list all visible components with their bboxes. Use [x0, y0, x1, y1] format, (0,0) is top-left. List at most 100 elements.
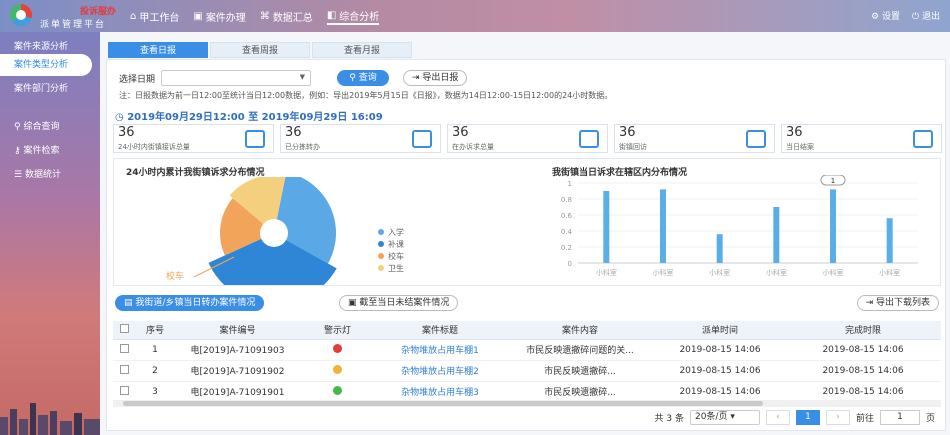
- sidebar-item-stats[interactable]: ☰ 数据统计: [0, 164, 100, 186]
- stat-card: 36 已分拣转办: [280, 124, 441, 153]
- y-tick-label: 0.4: [561, 228, 573, 236]
- logout-label: 退出: [921, 12, 940, 22]
- cell-code: 电[2019]A-71091901: [175, 381, 300, 403]
- logo-name: 派单管理平台: [40, 20, 107, 30]
- tab-daily[interactable]: 查看日报: [108, 42, 208, 58]
- chevron-right-icon: ›: [836, 412, 840, 422]
- cell-title-link[interactable]: 杂物堆放占用车棚3: [375, 381, 505, 403]
- goto-page-input[interactable]: 1: [879, 410, 920, 425]
- nav-analysis[interactable]: ◧ 综合分析: [326, 8, 380, 25]
- tab-transfer-label: 我街道/乡镇当日转办案件情况: [135, 298, 256, 308]
- cell-no: 3: [135, 381, 175, 403]
- bar: [660, 189, 666, 263]
- bar: [603, 191, 610, 263]
- stat-number: 36: [285, 125, 302, 140]
- calendar-icon: ▣: [193, 11, 203, 22]
- cell-deadline: 2019-08-15 14:06: [785, 339, 941, 361]
- horizontal-scrollbar[interactable]: [113, 400, 941, 407]
- query-button[interactable]: ⚲ 查询: [337, 70, 390, 86]
- header-code: 案件编号: [175, 321, 300, 340]
- date-range-text: 2019年09月29日12:00 至 2019年09月29日 16:09: [127, 112, 383, 123]
- cell-dispatch: 2019-08-15 14:06: [655, 360, 785, 382]
- logout-button[interactable]: ⏻ 退出: [912, 9, 940, 22]
- chevron-down-icon: ▾: [730, 412, 735, 422]
- stat-card: 36 当日结案: [781, 124, 942, 153]
- row-checkbox[interactable]: [119, 364, 129, 374]
- nav-label: 综合分析: [339, 12, 380, 23]
- tab-transfer-cases[interactable]: ▤ 我街道/乡镇当日转办案件情况: [115, 295, 265, 311]
- y-tick-label: 0.8: [561, 196, 572, 204]
- bar: [773, 207, 780, 263]
- header-title: 案件标题: [375, 321, 505, 340]
- date-range: ◷ 2019年09月29日12:00 至 2019年09月29日 16:09: [115, 108, 383, 123]
- stat-card: 36 24小时内街镇接诉总量: [113, 124, 274, 153]
- table-row[interactable]: 1 电[2019]A-71091903 杂物堆放占用车棚1 市民反映遗撤碎问题的关..…: [113, 339, 941, 361]
- table-row[interactable]: 3 电[2019]A-71091901 杂物堆放占用车棚3 市民反映遗撤碎... 201…: [113, 381, 941, 403]
- page-number-current[interactable]: 1: [795, 410, 820, 425]
- legend-label: 入学: [388, 227, 404, 237]
- sidebar-item-dept[interactable]: 案件部门分析: [0, 78, 100, 100]
- analysis-icon: ◧: [326, 10, 337, 21]
- sidebar-item-search[interactable]: ⚷ 案件检索: [0, 140, 100, 162]
- cell-content: 市民反映遗撤碎问题的关...: [505, 339, 655, 361]
- page-size-value: 20条/页: [694, 412, 728, 422]
- select-all-checkbox[interactable]: [119, 323, 129, 333]
- y-tick-label: 0.2: [561, 244, 572, 252]
- charts-area: 24小时内累计我街镇诉求分布情况 我街镇当日诉求在辖区内分布情况 校车 入学 补课校…: [113, 158, 941, 286]
- x-tick-label: 小科室: [879, 268, 900, 277]
- cell-title-link[interactable]: 杂物堆放占用车棚1: [375, 339, 505, 361]
- table-row[interactable]: 2 电[2019]A-71091902 杂物堆放占用车棚2 市民反映遗撤碎... 201…: [113, 360, 941, 382]
- stat-label: 街镇回访: [619, 143, 647, 151]
- gear-icon: ⚙: [871, 12, 880, 22]
- header-deadline: 完成时限: [785, 321, 941, 340]
- sidebar: 案件来源分析 案件类型分析 案件部门分析 ⚲ 综合查询 ⚷ 案件检索 ☰ 数据统…: [0, 32, 100, 435]
- power-icon: ⏻: [911, 12, 920, 22]
- top-nav: ⌂ 甲工作台 ▣ 案件办理 ⌘ 数据汇总 ◧ 综合分析: [130, 8, 380, 25]
- header-light: 警示灯: [300, 321, 375, 340]
- x-tick-label: 小科室: [823, 268, 844, 277]
- cell-no: 1: [135, 339, 175, 361]
- nav-case-handle[interactable]: ▣ 案件办理: [193, 8, 245, 25]
- cell-code: 电[2019]A-71091902: [175, 360, 300, 382]
- logo: 投诉服办 派单管理平台: [6, 2, 126, 30]
- stat-label: 在办诉求总量: [452, 143, 494, 151]
- note-text: 注：日报数据为前一日12:00至统计当日12:00数据，例如：导出2019年5月…: [119, 91, 613, 100]
- tab-open-cases[interactable]: ▣ 截至当日未结案件情况: [339, 295, 459, 311]
- export-daily-button[interactable]: ⇥ 导出日报: [403, 70, 468, 86]
- row-checkbox-cell: [113, 381, 135, 403]
- table-toolbar: ▤ 我街道/乡镇当日转办案件情况 ▣ 截至当日未结案件情况 ⇥ 导出下载列表: [113, 294, 941, 312]
- sidebar-item-query[interactable]: ⚲ 综合查询: [0, 116, 100, 138]
- home-icon: ⌂: [130, 11, 137, 22]
- next-page-button[interactable]: ›: [825, 410, 850, 425]
- stat-label: 当日结案: [786, 143, 814, 151]
- bar: [716, 234, 723, 263]
- date-picker[interactable]: ▼: [161, 70, 312, 86]
- page-size-select[interactable]: 20条/页 ▾: [689, 410, 760, 425]
- stat-number: 36: [452, 125, 469, 140]
- nav-data-summary[interactable]: ⌘ 数据汇总: [260, 8, 313, 25]
- nav-workbench[interactable]: ⌂ 甲工作台: [130, 8, 179, 25]
- top-bar: 投诉服办 派单管理平台 ⌂ 甲工作台 ▣ 案件办理 ⌘ 数据汇总 ◧ 综合分析 ⚙ 设置…: [0, 0, 950, 32]
- sidebar-item-type[interactable]: 案件类型分析: [0, 54, 92, 76]
- cell-content: 市民反映遗撤碎...: [505, 381, 655, 403]
- settings-button[interactable]: ⚙ 设置: [871, 9, 900, 22]
- main-content: 查看日报 查看周报 查看月报 选择日期 ▼ ⚲ 查询 ⇥ 导出日报 注：日报数据…: [100, 32, 950, 435]
- sidebar-item-label: 数据统计: [24, 170, 61, 180]
- legend-label: 校车: [388, 251, 404, 261]
- cell-title-link[interactable]: 杂物堆放占用车棚2: [375, 360, 505, 382]
- warning-light-icon: [333, 385, 342, 395]
- tab-monthly[interactable]: 查看月报: [312, 42, 412, 58]
- stat-label: 已分拣转办: [285, 143, 320, 151]
- mail-check-icon: [913, 130, 933, 148]
- stat-card: 36 在办诉求总量: [447, 124, 608, 153]
- stat-number: 36: [619, 125, 636, 140]
- row-checkbox[interactable]: [119, 385, 129, 395]
- prev-page-button[interactable]: ‹: [765, 410, 790, 425]
- y-tick-label: 0.6: [561, 212, 573, 220]
- row-checkbox[interactable]: [119, 343, 129, 353]
- tab-weekly[interactable]: 查看周报: [210, 42, 310, 58]
- cell-deadline: 2019-08-15 14:06: [785, 381, 941, 403]
- export-list-button[interactable]: ⇥ 导出下载列表: [856, 295, 939, 311]
- scrollbar-thumb[interactable]: [123, 401, 763, 406]
- chevron-down-icon: ▼: [299, 73, 306, 81]
